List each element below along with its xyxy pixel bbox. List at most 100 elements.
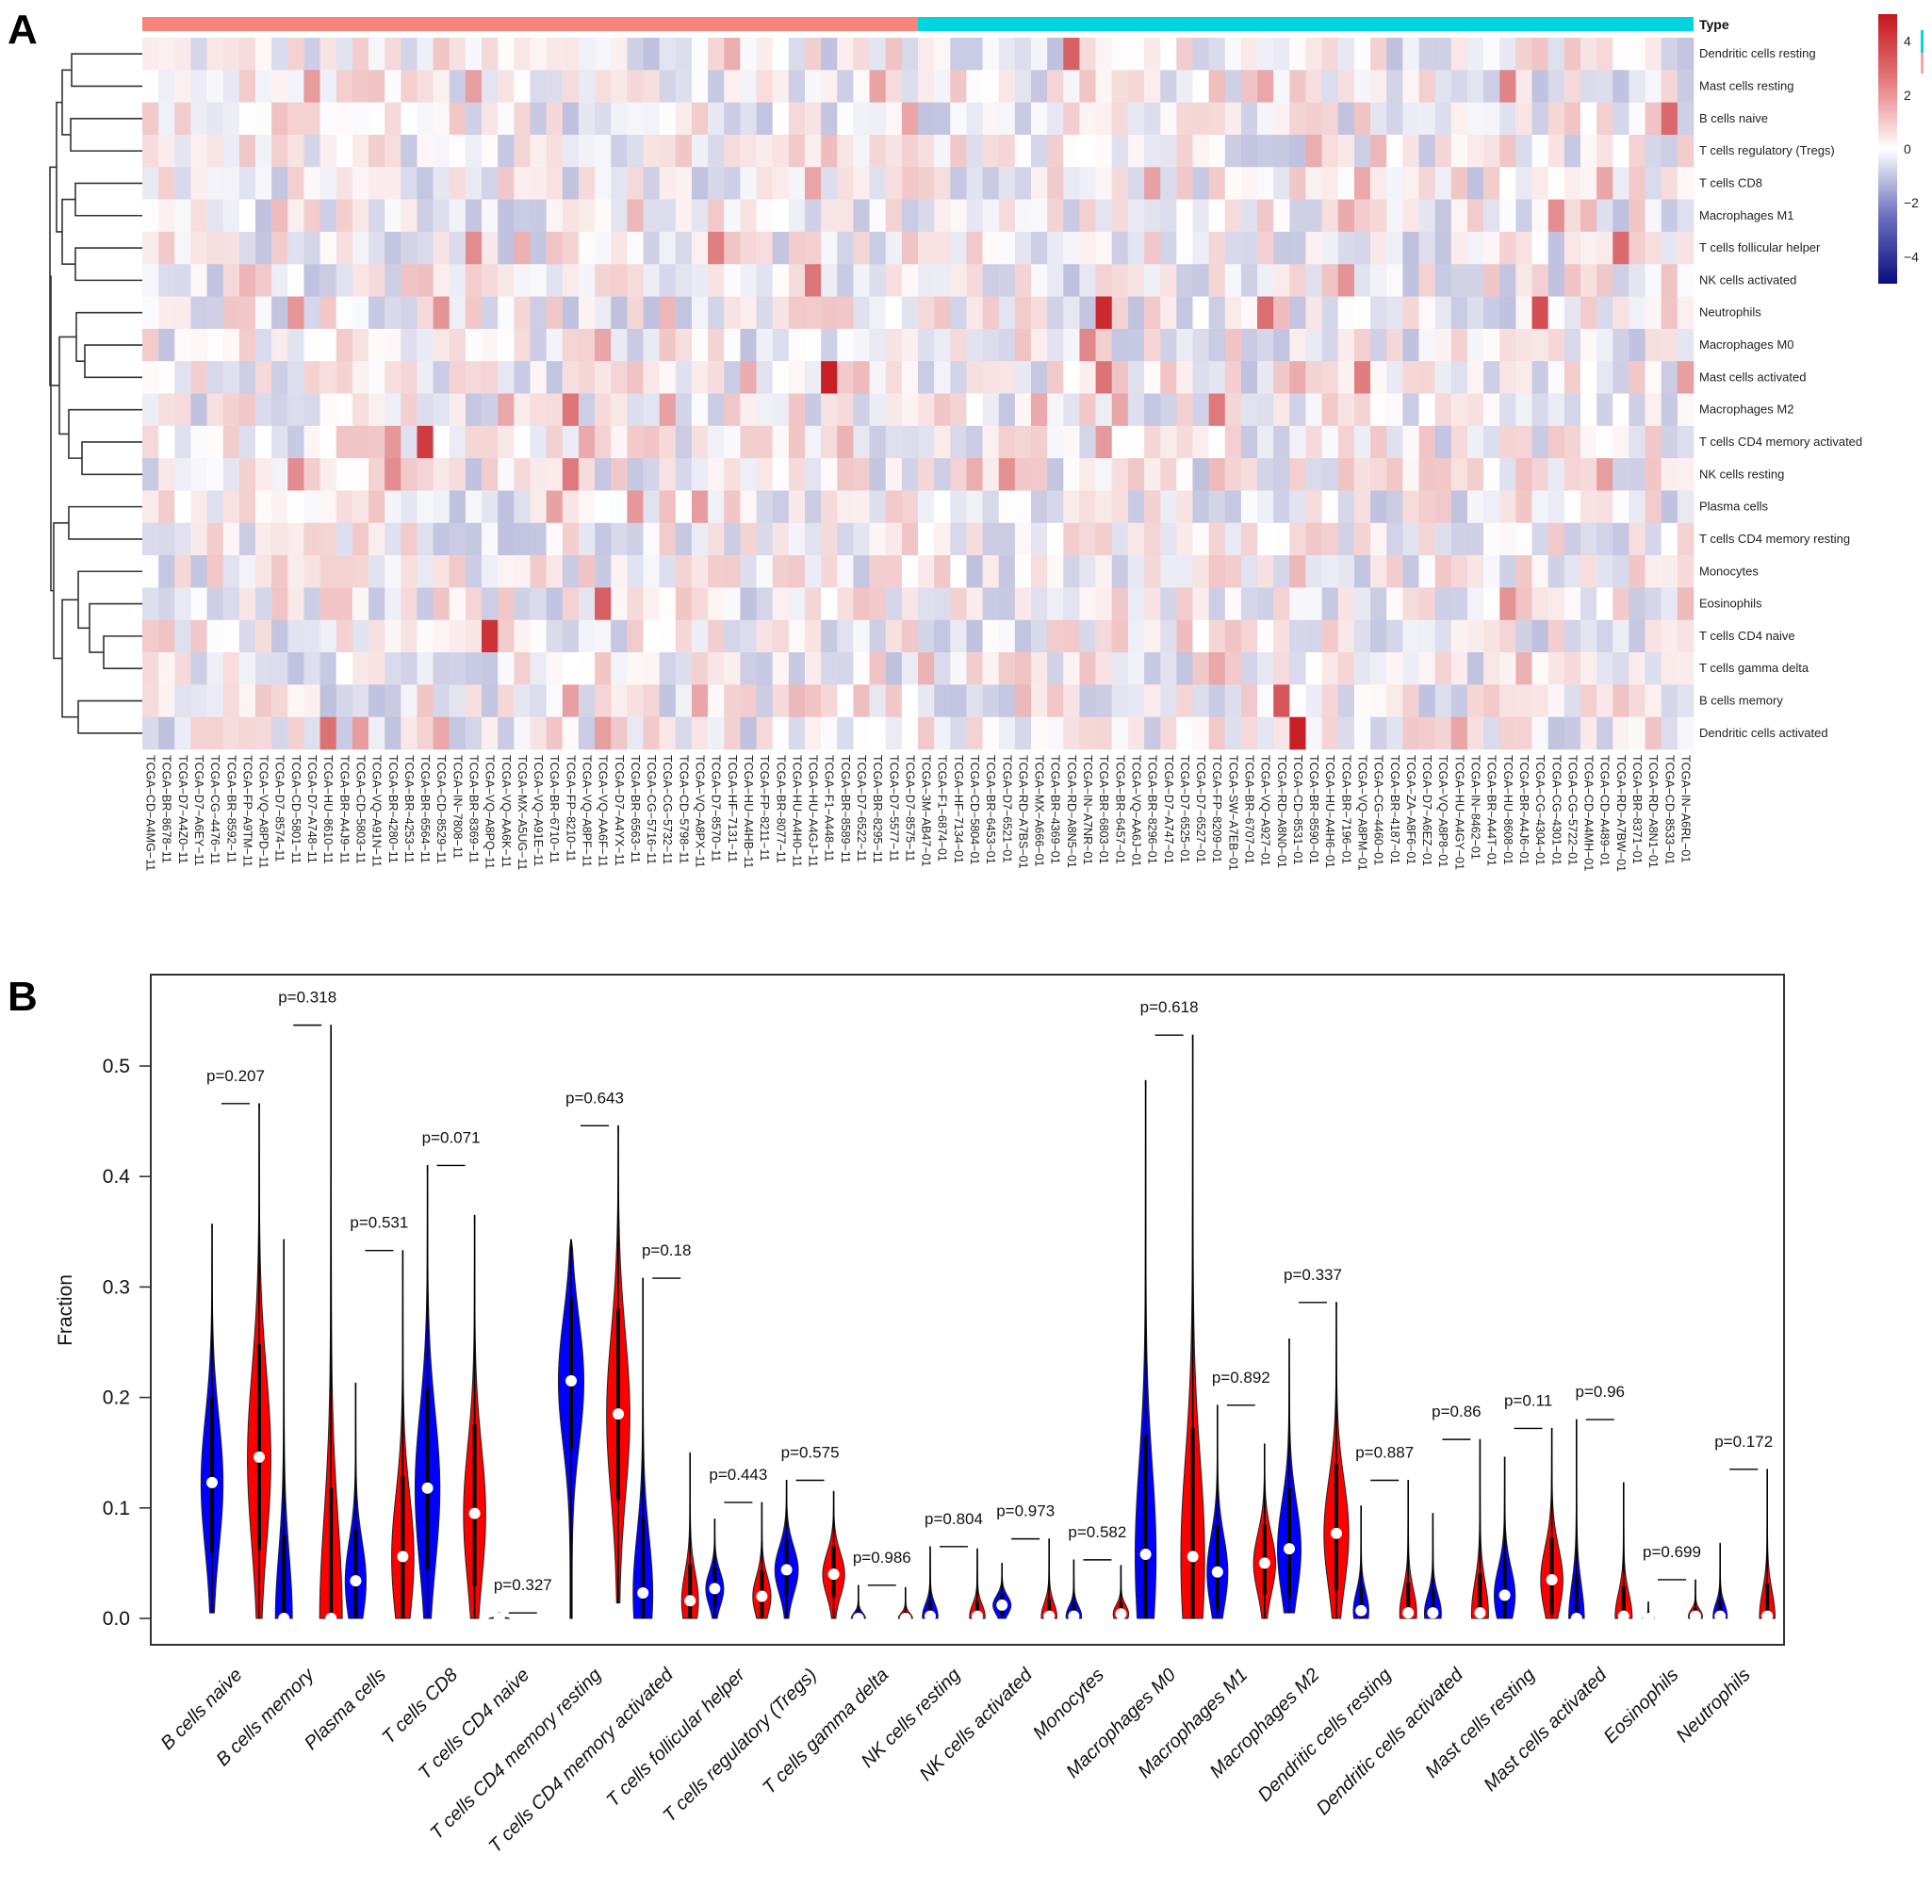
heatmap-cell	[562, 425, 580, 459]
colorbar-tick-label: 4	[1904, 34, 1911, 49]
heatmap-cell	[1289, 231, 1306, 265]
heatmap-cell	[190, 555, 207, 588]
heatmap-cell	[352, 490, 369, 524]
heatmap-cell	[255, 296, 272, 330]
heatmap-cell	[303, 70, 320, 103]
heatmap-cell	[1176, 296, 1193, 330]
p-value-label: p=0.804	[925, 1510, 983, 1528]
heatmap-cell	[740, 361, 757, 394]
column-label: TCGA−D7−A6EY−11	[192, 755, 205, 866]
heatmap-cell	[1192, 522, 1209, 556]
heatmap-cell	[1645, 716, 1662, 750]
column-label: TCGA−FP−8210−11	[564, 755, 577, 862]
heatmap-cell	[1353, 231, 1371, 265]
heatmap-cell	[1208, 458, 1226, 491]
heatmap-cell	[1257, 264, 1274, 297]
heatmap-cell	[1127, 167, 1145, 200]
heatmap-cell	[1499, 102, 1516, 136]
heatmap-cell	[1144, 134, 1161, 168]
heatmap-cell	[1613, 231, 1629, 265]
heatmap-cell	[578, 393, 596, 427]
heatmap-cell	[1531, 199, 1548, 233]
heatmap-cell	[578, 684, 596, 717]
heatmap-cell	[643, 716, 660, 750]
heatmap-cell	[1499, 134, 1516, 168]
heatmap-cell	[1337, 328, 1355, 362]
heatmap-cell	[1208, 134, 1226, 168]
heatmap-cell	[885, 587, 903, 621]
heatmap-cell	[1224, 231, 1242, 265]
heatmap-cell	[1418, 264, 1435, 297]
heatmap-cell	[1613, 296, 1629, 330]
heatmap-cell	[238, 555, 256, 588]
heatmap-cell	[1047, 652, 1064, 685]
heatmap-cell	[578, 296, 596, 330]
heatmap-cell	[222, 361, 240, 394]
heatmap-cell	[901, 425, 919, 459]
heatmap-cell	[966, 167, 983, 200]
heatmap-cell	[190, 587, 207, 621]
type-legend-tumor-swatch	[1921, 30, 1924, 53]
heatmap-cell	[578, 522, 596, 556]
heatmap-cell	[611, 167, 628, 200]
violin-median-tumor	[756, 1590, 768, 1602]
heatmap-cell	[901, 458, 919, 491]
heatmap-cell	[1176, 555, 1193, 588]
heatmap-cell	[966, 425, 983, 459]
heatmap-cell	[1353, 490, 1371, 524]
heatmap-cell	[1014, 587, 1032, 621]
heatmap-cell	[1192, 587, 1209, 621]
heatmap-cell	[1031, 490, 1048, 524]
heatmap-cell	[482, 522, 499, 556]
heatmap-cell	[998, 361, 1016, 394]
violin-median-tumor	[613, 1408, 624, 1420]
heatmap-cell	[1014, 652, 1032, 685]
column-label: TCGA−HU−A4H6−01	[1323, 755, 1336, 868]
heatmap-cell	[1176, 167, 1193, 200]
heatmap-cell	[562, 296, 580, 330]
heatmap-cell	[1160, 199, 1177, 233]
heatmap-cell	[1370, 328, 1387, 362]
heatmap-cell	[530, 102, 547, 136]
heatmap-cell	[1257, 231, 1274, 265]
heatmap-cell	[1192, 199, 1209, 233]
heatmap-cell	[1240, 587, 1258, 621]
heatmap-cell	[1531, 102, 1548, 136]
heatmap-cell	[1370, 361, 1387, 394]
heatmap-cell	[465, 264, 483, 297]
heatmap-cell	[336, 522, 353, 556]
heatmap-cell	[934, 587, 951, 621]
heatmap-cell	[222, 199, 240, 233]
heatmap-cell	[1014, 231, 1032, 265]
heatmap-cell	[238, 587, 256, 621]
heatmap-cell	[1240, 652, 1258, 685]
heatmap-cell	[1063, 167, 1080, 200]
heatmap-cell	[578, 652, 596, 685]
heatmap-cell	[449, 458, 467, 491]
heatmap-cell	[885, 490, 903, 524]
heatmap-cell	[417, 296, 434, 330]
heatmap-cell	[1402, 70, 1419, 103]
heatmap-cell	[1079, 587, 1096, 621]
heatmap-cell	[1645, 264, 1662, 297]
heatmap-cell	[1629, 684, 1645, 717]
heatmap-cell	[385, 652, 401, 685]
heatmap-cell	[837, 684, 854, 717]
heatmap-cell	[1305, 587, 1322, 621]
heatmap-cell	[611, 199, 628, 233]
heatmap-cell	[271, 328, 288, 362]
heatmap-cell	[1063, 70, 1080, 103]
heatmap-cell	[449, 328, 467, 362]
heatmap-cell	[1353, 652, 1371, 685]
heatmap-cell	[966, 264, 983, 297]
heatmap-cell	[190, 231, 207, 265]
heatmap-cell	[190, 458, 207, 491]
heatmap-cell	[595, 490, 612, 524]
heatmap-cell	[837, 296, 854, 330]
heatmap-cell	[1531, 134, 1548, 168]
heatmap-cell	[724, 38, 741, 71]
heatmap-cell	[449, 199, 467, 233]
heatmap-cell	[1063, 393, 1080, 427]
heatmap-cell	[1661, 458, 1678, 491]
heatmap-cell	[1208, 425, 1226, 459]
